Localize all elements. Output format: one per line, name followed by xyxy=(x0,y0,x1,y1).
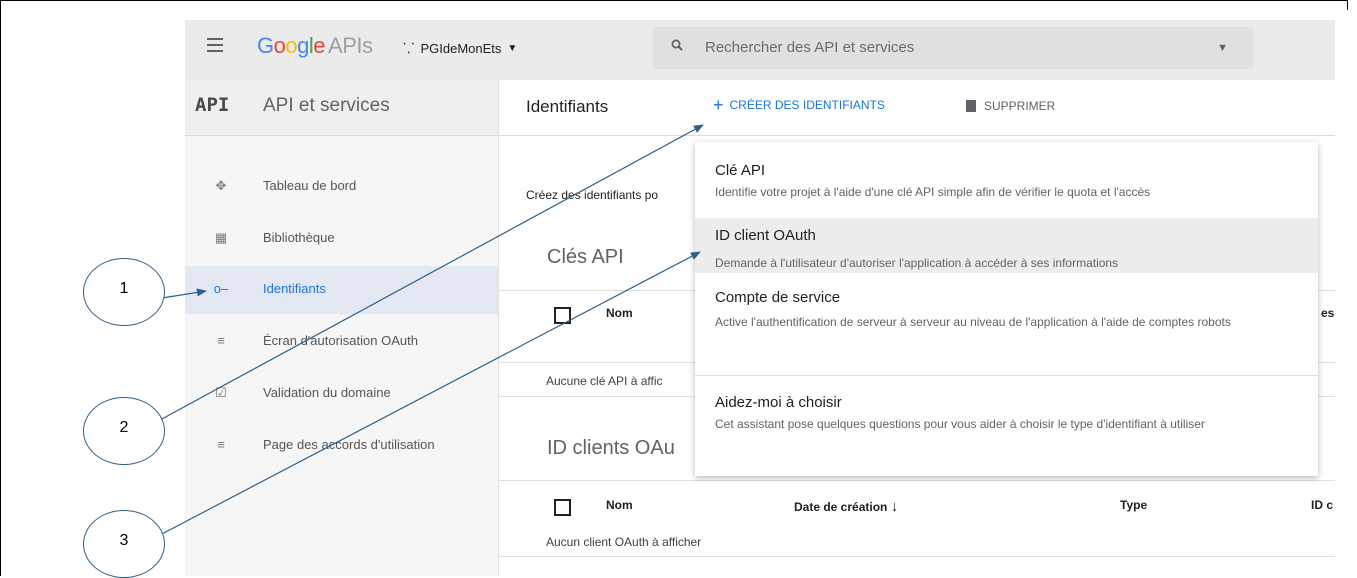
search-input[interactable]: Rechercher des API et services ▼ xyxy=(653,27,1253,69)
sidebar-item-tableau-de-bord[interactable]: ✥ Tableau de bord xyxy=(185,163,498,211)
menu-item-title: Compte de service xyxy=(715,289,841,306)
frame-border-top xyxy=(0,0,1347,1)
column-id: ID c xyxy=(1311,498,1334,512)
sidebar-item-label: Validation du domaine xyxy=(263,385,391,400)
column-date-label: Date de création xyxy=(794,500,888,514)
intro-text: Créez des identifiants po xyxy=(526,188,659,202)
column-type: Type xyxy=(1120,498,1148,512)
menu-item-title: ID client OAuth xyxy=(715,227,816,244)
agreements-icon: ≡ xyxy=(217,437,225,452)
sidebar-item-label: Bibliothèque xyxy=(263,230,335,245)
callout-number: 2 xyxy=(119,419,129,436)
trash-icon xyxy=(966,100,976,112)
sidebar-title: API et services xyxy=(263,95,390,116)
menu-item-desc: Demande à l'utilisateur d'autoriser l'ap… xyxy=(715,256,1119,270)
top-bar: Google APIs ⸪ PGIdeMonEts ▼ Rechercher de… xyxy=(185,20,1335,80)
menu-divider xyxy=(695,375,1318,376)
sidebar-item-bibliotheque[interactable]: ▦ Bibliothèque xyxy=(185,215,498,263)
frame-border-left xyxy=(0,0,1,576)
menu-item-desc: Active l'authentification de serveur à s… xyxy=(715,315,1231,329)
sidebar-item-label: Tableau de bord xyxy=(263,178,357,193)
search-icon xyxy=(671,39,683,51)
sidebar-item-label: Page des accords d'utilisation xyxy=(263,437,435,452)
project-selector[interactable]: ⸪ PGIdeMonEts ▼ xyxy=(403,39,517,58)
menu-item-service-account[interactable]: Compte de service Active l'authentificat… xyxy=(695,279,1318,375)
api-keys-title: Clés API xyxy=(547,246,624,268)
callout-3: 3 xyxy=(83,510,165,578)
menu-item-oauth-client-id[interactable]: ID client OAuth Demande à l'utilisateur … xyxy=(695,218,1318,273)
divider xyxy=(499,556,1335,557)
consent-screen-icon: ≡ xyxy=(217,333,225,348)
menu-item-help-me-choose[interactable]: Aidez-moi à choisir Cet assistant pose q… xyxy=(695,382,1318,476)
page-title: Identifiants xyxy=(526,97,609,116)
callout-number: 1 xyxy=(119,280,129,297)
callout-1: 1 xyxy=(83,258,165,326)
project-icon: ⸪ xyxy=(403,40,415,56)
create-credentials-label: CRÉER DES IDENTIFIANTS xyxy=(729,98,885,112)
column-name: Nom xyxy=(606,498,633,512)
callout-number: 3 xyxy=(119,532,129,549)
sidebar: API API et services ✥ Tableau de bord ▦ … xyxy=(185,80,499,576)
library-icon: ▦ xyxy=(214,230,228,245)
chevron-down-icon: ▼ xyxy=(507,43,518,54)
menu-item-desc: Identifie votre projet à l'aide d'une cl… xyxy=(715,185,1151,199)
sidebar-header: API API et services xyxy=(185,80,498,136)
menu-item-title: Clé API xyxy=(715,162,766,179)
sidebar-item-label: Identifiants xyxy=(263,281,326,296)
delete-label: SUPPRIMER xyxy=(984,99,1056,113)
plus-icon: + xyxy=(713,95,724,115)
oauth-empty: Aucun client OAuth à afficher xyxy=(546,535,702,549)
domain-verification-icon: ☑ xyxy=(215,385,227,400)
menu-item-title: Aidez-moi à choisir xyxy=(715,394,842,411)
sidebar-item-label: Écran d'autorisation OAuth xyxy=(263,333,418,348)
delete-button[interactable]: SUPPRIMER xyxy=(966,99,1055,113)
sidebar-item-validation-du-domaine[interactable]: ☑ Validation du domaine xyxy=(185,370,498,418)
main-header: Identifiants + CRÉER DES IDENTIFIANTS SU… xyxy=(499,80,1335,136)
menu-item-desc: Cet assistant pose quelques questions po… xyxy=(715,417,1205,431)
column-date[interactable]: Date de création ↓ xyxy=(794,498,898,515)
google-apis-logo[interactable]: Google APIs xyxy=(257,33,373,59)
oauth-clients-title: ID clients OAu xyxy=(547,437,675,459)
column-partial: es xyxy=(1321,306,1335,320)
select-all-checkbox[interactable] xyxy=(554,307,571,324)
api-badge: API xyxy=(195,94,230,116)
sidebar-item-identifiants[interactable]: o– Identifiants xyxy=(185,266,498,314)
logo-google-text: Google xyxy=(257,33,326,58)
column-name: Nom xyxy=(606,306,633,320)
oauth-table-header: Nom Date de création ↓ Type ID c xyxy=(499,480,1335,531)
menu-item-api-key[interactable]: Clé API Identifie votre projet à l'aide … xyxy=(695,142,1318,212)
logo-apis-text: APIs xyxy=(328,33,373,58)
project-name: PGIdeMonEts xyxy=(420,41,502,56)
dashboard-icon: ✥ xyxy=(215,178,227,193)
sidebar-item-ecran-autorisation-oauth[interactable]: ≡ Écran d'autorisation OAuth xyxy=(185,318,498,366)
callout-2: 2 xyxy=(83,397,165,465)
api-keys-empty: Aucune clé API à affic xyxy=(546,374,663,388)
key-icon: o– xyxy=(213,281,229,296)
search-placeholder: Rechercher des API et services xyxy=(705,39,915,56)
arrow-down-icon: ↓ xyxy=(890,498,899,515)
create-credentials-button[interactable]: + CRÉER DES IDENTIFIANTS xyxy=(713,95,885,115)
select-all-checkbox[interactable] xyxy=(554,499,571,516)
menu-icon[interactable] xyxy=(207,38,223,52)
sidebar-item-accords-utilisation[interactable]: ≡ Page des accords d'utilisation xyxy=(185,422,498,470)
create-credentials-menu: Clé API Identifie votre projet à l'aide … xyxy=(695,142,1318,476)
search-dropdown-icon[interactable]: ▼ xyxy=(1217,42,1228,54)
frame-border-right xyxy=(1347,0,1348,10)
